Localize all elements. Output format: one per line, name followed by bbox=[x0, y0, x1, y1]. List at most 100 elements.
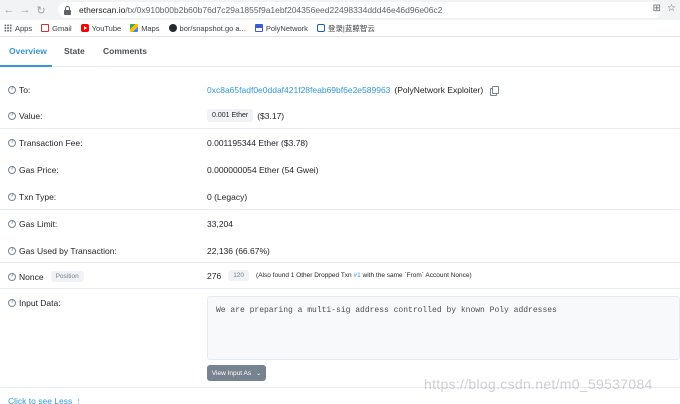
nonce-label-text: Nonce bbox=[19, 271, 44, 282]
nonce-label: ? Nonce Position bbox=[8, 271, 84, 282]
help-icon: ? bbox=[8, 272, 16, 281]
row-spacer bbox=[0, 75, 680, 76]
txn-type-label-text: Txn Type: bbox=[19, 192, 57, 202]
url-text: etherscan.io/tx/0x910b00b2b60b76d7c29a18… bbox=[79, 5, 443, 15]
input-data-textarea[interactable]: We are preparing a multi-sig address con… bbox=[207, 296, 680, 360]
chevron-down-icon: ⌄ bbox=[256, 370, 262, 377]
bookmark-gmail[interactable]: Gmail bbox=[41, 24, 72, 33]
back-icon[interactable]: ← bbox=[2, 3, 16, 17]
bookmark-apps[interactable]: Apps bbox=[4, 24, 32, 33]
github-icon bbox=[168, 24, 177, 32]
bookmark-label: bor/snapshot.go a... bbox=[179, 23, 246, 33]
gas-limit-label-text: Gas Limit: bbox=[19, 219, 58, 229]
gas-price-value: 0.000000054 Ether (54 Gwei) bbox=[207, 165, 319, 175]
bookmark-label: PolyNetwork bbox=[265, 23, 308, 33]
nonce-note: (Also found 1 Other Dropped Txn #1 with … bbox=[256, 272, 472, 279]
bookmark-label: YouTube bbox=[91, 23, 122, 33]
bookmark-maps[interactable]: Maps bbox=[130, 23, 160, 33]
bookmarks-bar: Apps Gmail YouTube Maps bor/snapshot.go … bbox=[0, 20, 680, 37]
gmail-icon bbox=[41, 24, 50, 32]
help-icon: ? bbox=[8, 247, 16, 255]
bookmark-label: Apps bbox=[15, 23, 33, 33]
help-icon: ? bbox=[8, 166, 16, 174]
nonce-note-prefix: (Also found 1 Other Dropped Txn bbox=[256, 272, 352, 279]
to-address-link[interactable]: 0xc8a65fadf0e0ddaf421f28feab69bf6e2e5899… bbox=[207, 85, 390, 95]
bookmark-snapshot[interactable]: bor/snapshot.go a... bbox=[168, 23, 246, 33]
polynetwork-icon bbox=[254, 24, 263, 32]
txn-type-value: 0 (Legacy) bbox=[207, 192, 247, 202]
help-icon: ? bbox=[8, 299, 16, 307]
bookmark-cloud[interactable]: 登录|蓝鲸智云 bbox=[316, 23, 375, 34]
help-icon: ? bbox=[8, 112, 16, 120]
input-data-text: We are preparing a multi-sig address con… bbox=[216, 306, 557, 315]
gas-price-label: ? Gas Price: bbox=[8, 165, 59, 175]
tab-state[interactable]: State bbox=[64, 46, 85, 56]
gas-limit-label: ? Gas Limit: bbox=[8, 219, 57, 229]
gas-used-label-text: Gas Used by Transaction: bbox=[19, 246, 117, 256]
to-name-tag: (PolyNetwork Exploiter) bbox=[394, 85, 484, 95]
to-label-text: To: bbox=[19, 85, 31, 95]
tab-comments[interactable]: Comments bbox=[103, 46, 147, 56]
help-icon: ? bbox=[8, 193, 16, 201]
to-label: ? To: bbox=[8, 85, 30, 95]
dropped-txn-link[interactable]: #1 bbox=[354, 272, 361, 279]
help-icon: ? bbox=[8, 220, 16, 228]
value-ether-badge: 0.001 Ether bbox=[207, 109, 254, 122]
bookmark-label: 登录|蓝鲸智云 bbox=[327, 23, 375, 33]
txn-type-label: ? Txn Type: bbox=[8, 192, 56, 202]
txn-type-value-text: 0 (Legacy) bbox=[207, 192, 248, 202]
nonce-value: 276 120 (Also found 1 Other Dropped Txn … bbox=[207, 270, 472, 281]
click-to-see-less-link[interactable]: Click to see Less ↑ bbox=[8, 396, 81, 404]
bookmark-star-icon[interactable]: ☆ bbox=[667, 3, 676, 14]
row-divider bbox=[0, 288, 680, 289]
row-divider bbox=[0, 262, 680, 263]
nonce-value-text: 276 bbox=[207, 270, 222, 281]
forward-icon[interactable]: → bbox=[18, 3, 32, 17]
value-label: ? Value: bbox=[8, 111, 42, 121]
to-value: 0xc8a65fadf0e0ddaf421f28feab69bf6e2e5899… bbox=[207, 85, 500, 96]
extension-icon[interactable]: ⊞ bbox=[653, 3, 661, 14]
row-divider bbox=[0, 128, 680, 129]
gas-used-label: ? Gas Used by Transaction: bbox=[8, 246, 117, 256]
gas-limit-value: 33,204 bbox=[207, 219, 233, 229]
fee-value-text: 0.001195344 Ether ($3.78) bbox=[207, 138, 308, 148]
value-usd: ($3.17) bbox=[257, 110, 285, 121]
fee-label: ? Transaction Fee: bbox=[8, 138, 82, 148]
arrow-up-icon: ↑ bbox=[76, 396, 81, 404]
youtube-icon bbox=[80, 24, 89, 32]
bookmark-label: Gmail bbox=[52, 23, 72, 33]
apps-icon bbox=[4, 24, 12, 32]
bookmark-label: Maps bbox=[141, 23, 160, 33]
tab-overview[interactable]: Overview bbox=[9, 46, 47, 56]
maps-icon bbox=[130, 24, 139, 32]
position-value-badge: 120 bbox=[228, 270, 250, 281]
copy-icon[interactable] bbox=[490, 85, 500, 96]
toolbar-icons: ⊞ ☆ bbox=[653, 3, 676, 14]
view-input-label: View Input As bbox=[211, 369, 252, 377]
input-data-label: ? Input Data: bbox=[8, 298, 61, 308]
view-input-as-button[interactable]: View Input As ⌄ bbox=[207, 365, 266, 381]
url-host: etherscan.io bbox=[79, 5, 126, 15]
position-badge: Position bbox=[50, 271, 84, 282]
fee-label-text: Transaction Fee: bbox=[19, 138, 83, 148]
reload-icon[interactable]: ↻ bbox=[34, 3, 48, 17]
browser-toolbar: ← → ↻ etherscan.io/tx/0x910b00b2b60b76d7… bbox=[0, 0, 680, 20]
help-icon: ? bbox=[8, 139, 16, 147]
row-spacer bbox=[0, 103, 680, 104]
gas-used-value: 22,136 (66.67%) bbox=[207, 246, 270, 256]
value-label-text: Value: bbox=[19, 111, 43, 121]
gas-used-value-text: 22,136 (66.67%) bbox=[207, 246, 270, 256]
row-divider bbox=[0, 209, 680, 210]
cloud-icon bbox=[316, 24, 325, 32]
lock-icon bbox=[64, 5, 71, 15]
click-less-text: Click to see Less bbox=[8, 396, 73, 404]
bookmark-polynetwork[interactable]: PolyNetwork bbox=[254, 23, 308, 33]
fee-value: 0.001195344 Ether ($3.78) bbox=[207, 138, 308, 148]
bookmark-youtube[interactable]: YouTube bbox=[80, 23, 122, 33]
input-data-label-text: Input Data: bbox=[19, 298, 61, 308]
url-path: /tx/0x910b00b2b60b76d7c29a1855f9a1ebf204… bbox=[125, 5, 443, 15]
help-icon: ? bbox=[8, 86, 16, 94]
tx-tabs: Overview State Comments bbox=[0, 37, 680, 67]
gas-limit-value-text: 33,204 bbox=[207, 219, 233, 229]
address-bar[interactable]: etherscan.io/tx/0x910b00b2b60b76d7c29a18… bbox=[58, 2, 662, 18]
